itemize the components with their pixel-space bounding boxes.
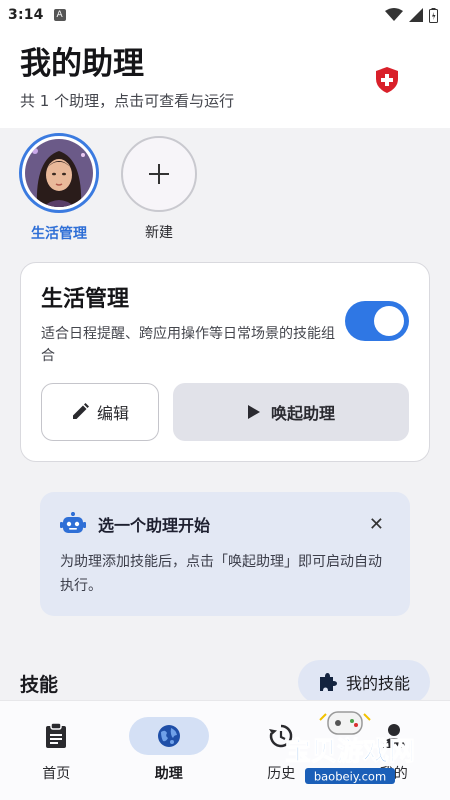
nav-home[interactable]: 首页 <box>0 701 113 800</box>
edit-button[interactable]: 编辑 <box>41 383 159 441</box>
tip-title: 选一个助理开始 <box>98 516 211 535</box>
avatar-ring <box>19 133 99 213</box>
nav-mine-label: 我的 <box>379 766 408 782</box>
assistant-list: 生活管理 新建 <box>18 133 200 243</box>
nav-history-icon-wrap <box>241 717 321 755</box>
robot-icon <box>60 512 86 533</box>
nav-mine[interactable]: 我的 <box>338 701 450 800</box>
nav-assistant-icon-wrap <box>128 717 209 755</box>
pencil-icon <box>72 403 89 419</box>
assistant-item-life[interactable]: 生活管理 <box>18 133 100 243</box>
invoke-assistant-button[interactable]: 唤起助理 <box>173 383 409 441</box>
invoke-button-label: 唤起助理 <box>270 404 335 423</box>
nav-assistant[interactable]: 助理 <box>113 701 226 800</box>
nav-history[interactable]: 历史 <box>225 701 338 800</box>
clipboard-icon <box>46 723 67 748</box>
history-icon <box>269 724 293 748</box>
tip-card: 选一个助理开始 ✕ 为助理添加技能后，点击「唤起助理」即可启动自动执行。 <box>40 492 410 616</box>
tip-header: 选一个助理开始 <box>60 512 390 536</box>
avatar <box>25 139 93 207</box>
person-icon <box>382 724 405 748</box>
assistant-new[interactable]: 新建 <box>118 133 200 243</box>
status-bar: 3:14 A <box>0 0 450 30</box>
new-assistant-button[interactable] <box>121 136 197 212</box>
card-actions: 编辑 唤起助理 <box>41 383 409 441</box>
tip-body: 为助理添加技能后，点击「唤起助理」即可启动自动执行。 <box>60 554 382 594</box>
skills-heading: 技能 <box>20 674 59 696</box>
assistant-card: 生活管理 适合日程提醒、跨应用操作等日常场景的技能组合 编辑 唤起助理 <box>20 262 430 462</box>
new-assistant-label: 新建 <box>145 225 173 241</box>
plus-icon <box>149 164 169 184</box>
my-skills-label: 我的技能 <box>345 674 410 693</box>
puzzle-icon <box>319 673 337 691</box>
play-icon <box>247 405 260 419</box>
my-skills-button[interactable]: 我的技能 <box>298 660 430 704</box>
battery-icon <box>429 7 438 23</box>
nav-mine-icon-wrap <box>354 717 434 755</box>
avatar-portrait-image <box>25 139 93 207</box>
assistant-label: 生活管理 <box>31 226 87 242</box>
header: 我的助理 共 1 个助理，点击可查看与运行 <box>0 30 450 128</box>
nav-home-icon-wrap <box>16 717 96 755</box>
app-indicator-icon: A <box>53 9 66 21</box>
nav-home-label: 首页 <box>42 766 71 782</box>
page-subtitle: 共 1 个助理，点击可查看与运行 <box>20 92 235 110</box>
status-time: 3:14 <box>8 7 44 23</box>
assistant-toggle[interactable] <box>345 301 409 341</box>
close-icon[interactable]: ✕ <box>369 516 384 534</box>
page-title: 我的助理 <box>20 46 144 82</box>
card-description: 适合日程提醒、跨应用操作等日常场景的技能组合 <box>41 326 335 364</box>
signal-icon <box>409 8 423 22</box>
bottom-nav: 首页 助理 历史 我的 <box>0 700 450 800</box>
globe-icon <box>157 725 180 747</box>
wifi-icon <box>385 8 403 21</box>
shield-icon[interactable] <box>374 66 400 94</box>
nav-history-label: 历史 <box>267 766 296 782</box>
toggle-knob <box>374 306 404 336</box>
nav-assistant-label: 助理 <box>154 766 183 782</box>
status-icons <box>385 7 438 23</box>
edit-button-label: 编辑 <box>96 404 129 423</box>
